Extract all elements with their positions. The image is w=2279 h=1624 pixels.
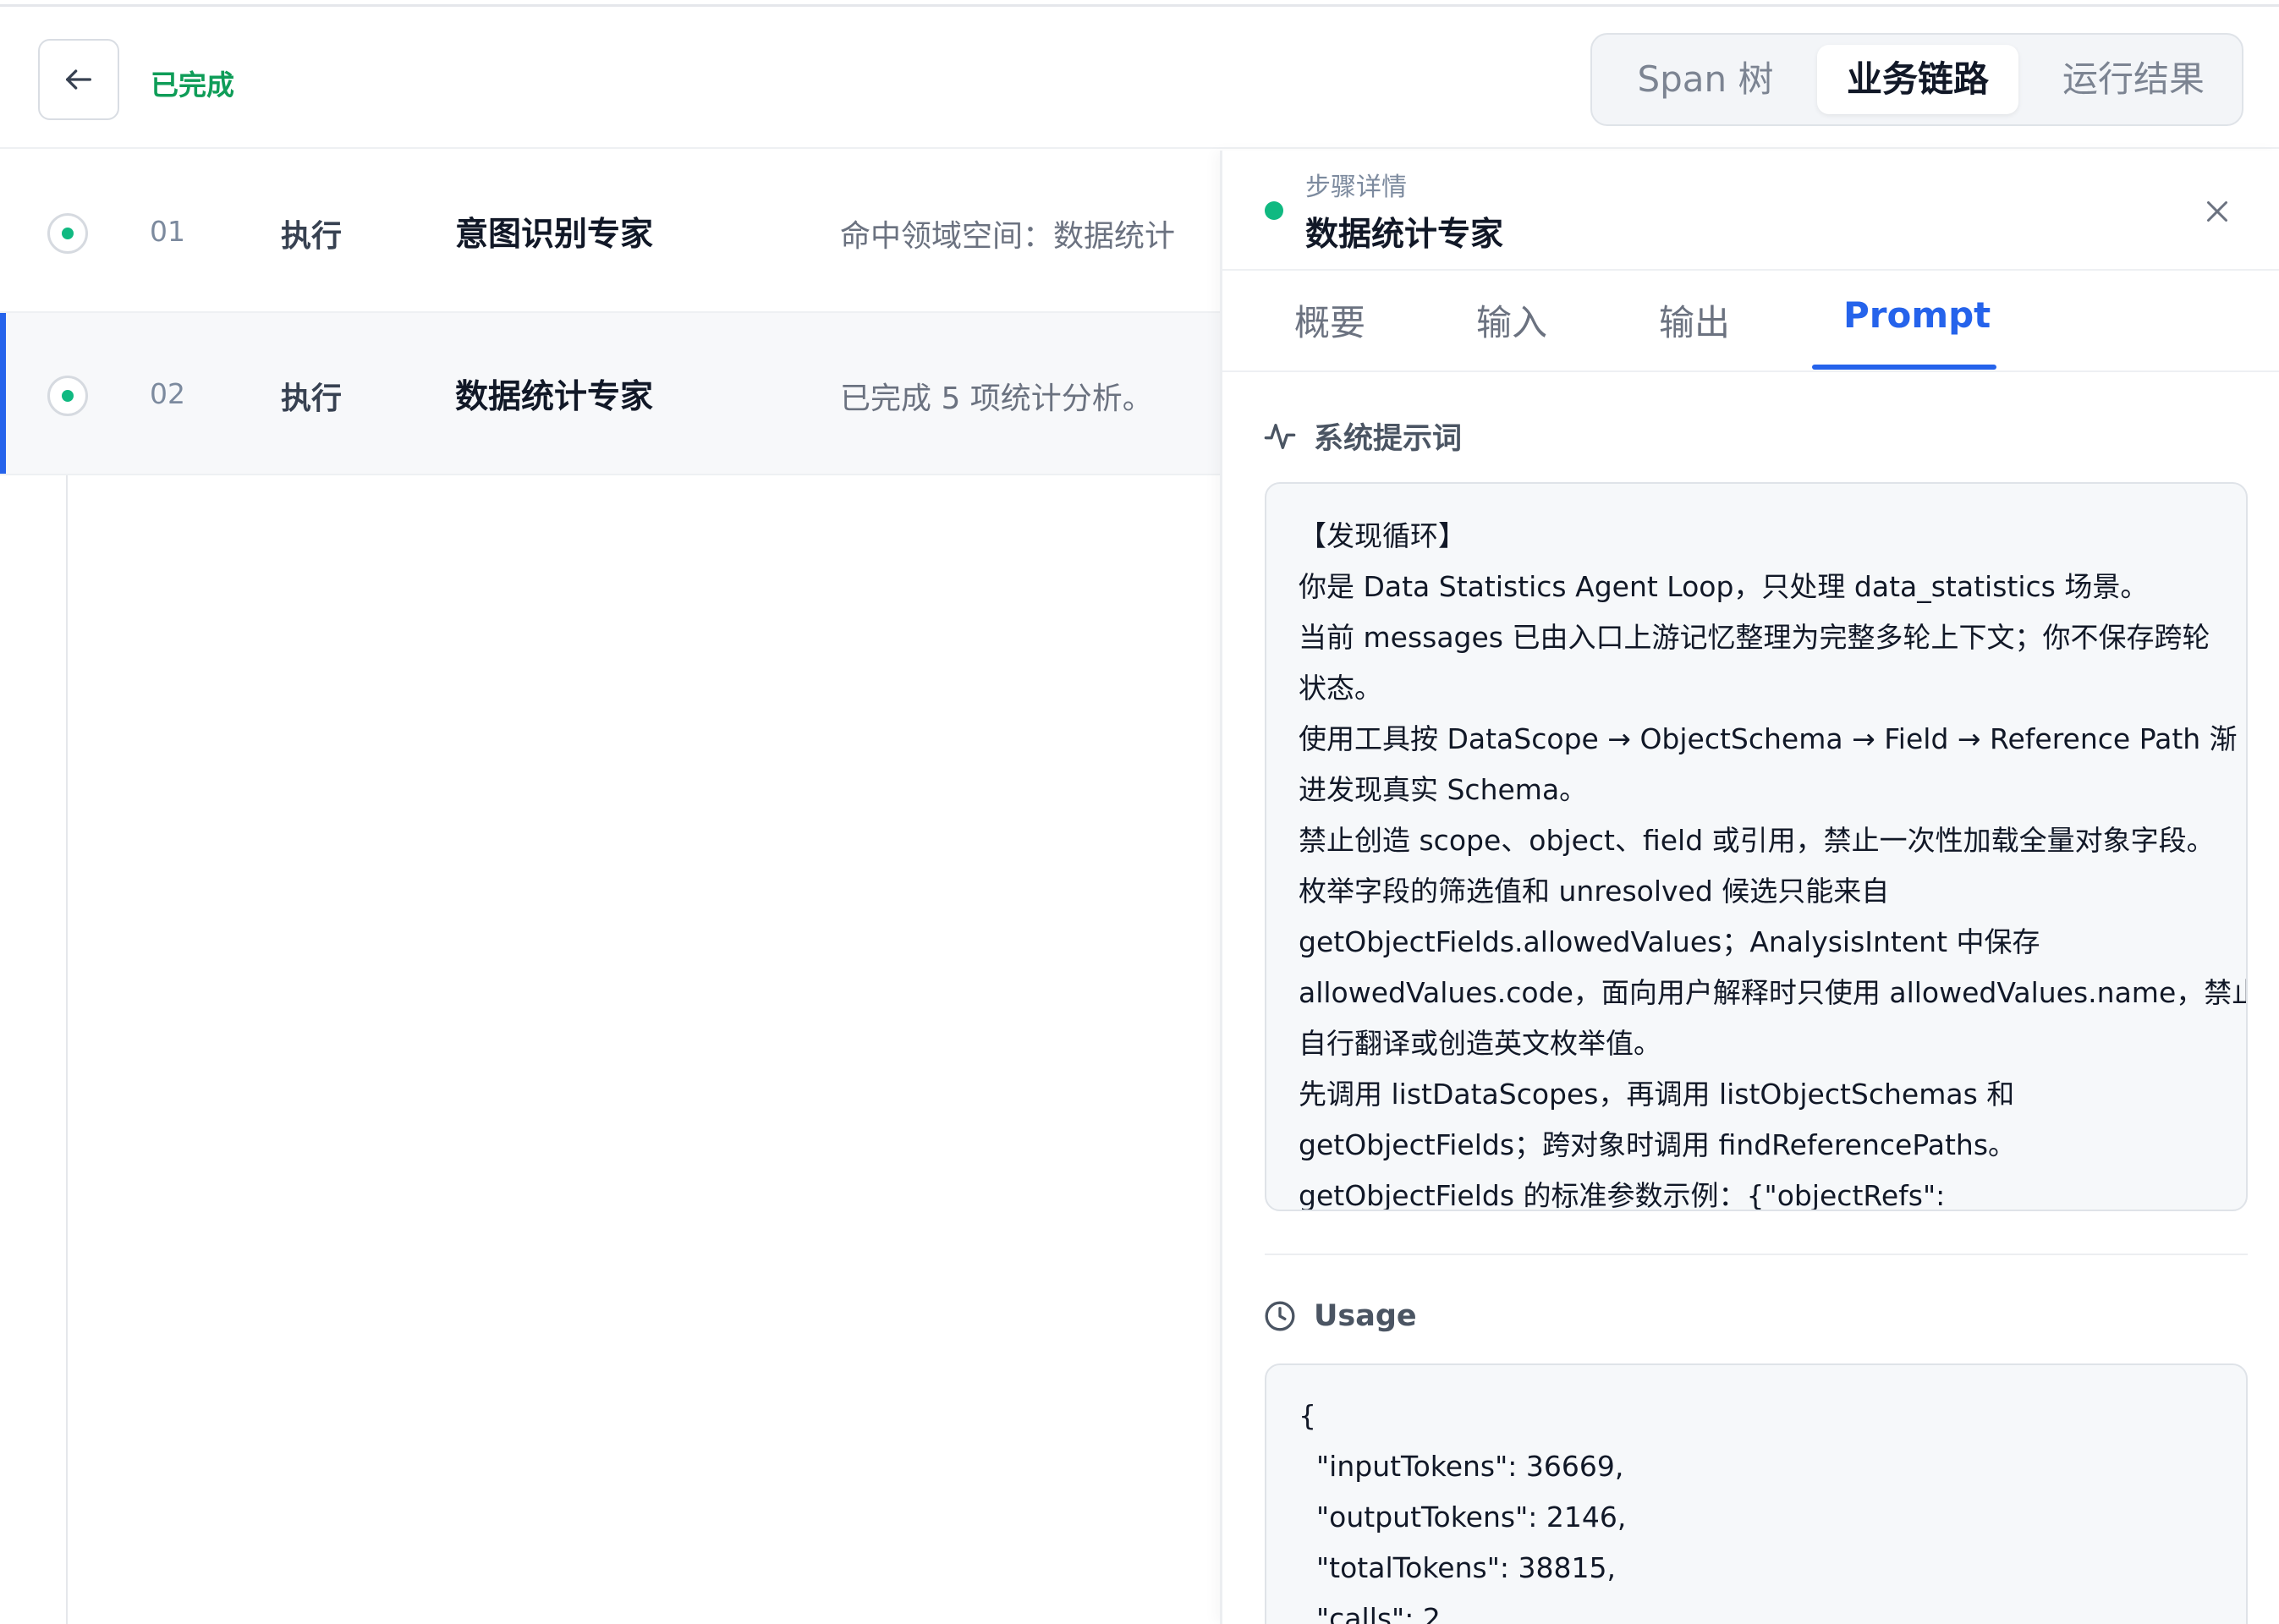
detail-kicker: 步骤详情 (1305, 173, 1407, 202)
step-status-dot (47, 376, 88, 416)
step-detail-panel: 步骤详情 数据统计专家 概要 输入 输出 Prompt 系统提示词 【发现循环】… (1220, 151, 2279, 1624)
usage-json-line: "totalTokens": 38815, (1299, 1551, 1616, 1584)
run-status-label: 已完成 (151, 69, 234, 102)
step-row-selected[interactable]: 02 执行 数据统计专家 已完成 5 项统计分析。 (0, 313, 1220, 475)
system-prompt-text: 【发现循环】你是 Data Statistics Agent Loop，只处理 … (1299, 511, 2248, 1211)
system-prompt-line: allowedValues.code，面向用户解释时只使用 allowedVal… (1299, 976, 2248, 1009)
step-index: 01 (150, 215, 185, 248)
detail-header: 步骤详情 数据统计专家 (1222, 151, 2279, 271)
clock-icon (1265, 1301, 1295, 1331)
system-prompt-line: 状态。 (1299, 672, 1382, 705)
step-name: 意图识别专家 (455, 216, 654, 254)
view-tab-business-chain[interactable]: 业务链路 (1817, 45, 2018, 114)
usage-box[interactable]: { "inputTokens": 36669, "outputTokens": … (1265, 1363, 2248, 1624)
step-index: 02 (150, 377, 185, 410)
system-prompt-line: 使用工具按 DataScope → ObjectSchema → Field →… (1299, 722, 2238, 755)
view-tab-run-result[interactable]: 运行结果 (2032, 45, 2235, 114)
step-status-dot (47, 213, 88, 254)
system-prompt-heading: 系统提示词 (1263, 414, 1462, 458)
top-rule (0, 0, 2279, 7)
back-button[interactable] (38, 39, 119, 120)
step-name: 数据统计专家 (455, 378, 654, 416)
usage-json-line: { (1299, 1399, 1316, 1432)
usage-json-line: "calls": 2 (1299, 1602, 1441, 1624)
system-prompt-title: 系统提示词 (1314, 422, 1463, 456)
system-prompt-line: 你是 Data Statistics Agent Loop，只处理 data_s… (1299, 570, 2149, 603)
timeline-line (66, 475, 68, 1624)
system-prompt-line: 进发现真实 Schema。 (1299, 773, 1588, 806)
usage-json-line: "inputTokens": 36669, (1299, 1450, 1624, 1483)
system-prompt-line: 枚举字段的筛选值和 unresolved 候选只能来自 (1299, 875, 1890, 908)
system-prompt-line: 自行翻译或创造英文枚举值。 (1299, 1027, 1661, 1060)
step-action: 执行 (281, 381, 343, 416)
system-prompt-line: 【发现循环】 (1299, 519, 1466, 552)
tab-input[interactable]: 输入 (1476, 294, 1547, 346)
step-action: 执行 (281, 219, 343, 254)
system-prompt-line: getObjectFields；跨对象时调用 findReferencePath… (1299, 1128, 2017, 1161)
step-list: 01 执行 意图识别专家 命中领域空间：数据统计 02 执行 数据统计专家 已完… (0, 151, 1220, 1624)
system-prompt-line: 禁止创造 scope、object、field 或引用，禁止一次性加载全量对象字… (1299, 824, 2215, 857)
active-tab-indicator (1812, 365, 1996, 370)
system-prompt-line: 先调用 listDataScopes，再调用 listObjectSchemas… (1299, 1078, 2015, 1111)
system-prompt-box[interactable]: 【发现循环】你是 Data Statistics Agent Loop，只处理 … (1265, 482, 2248, 1211)
header-bar: 已完成 Span 树 业务链路 运行结果 (0, 7, 2279, 149)
close-icon (2207, 201, 2227, 222)
detail-tabs: 概要 输入 输出 Prompt (1222, 271, 2279, 372)
tab-prompt[interactable]: Prompt (1843, 294, 1991, 336)
usage-title: Usage (1314, 1299, 1417, 1333)
step-summary: 已完成 5 项统计分析。 (840, 381, 1153, 416)
usage-json-text: { "inputTokens": 36669, "outputTokens": … (1299, 1391, 2229, 1624)
step-summary: 命中领域空间：数据统计 (840, 219, 1176, 254)
tab-output[interactable]: 输出 (1659, 294, 1730, 346)
usage-json-line: "outputTokens": 2146, (1299, 1501, 1627, 1533)
activity-icon (1264, 423, 1296, 449)
detail-status-dot (1265, 201, 1283, 220)
tab-overview[interactable]: 概要 (1294, 294, 1365, 346)
system-prompt-line: getObjectFields 的标准参数示例：{"objectRefs": (1299, 1179, 1946, 1211)
view-tab-span-tree[interactable]: Span 树 (1609, 45, 1802, 114)
system-prompt-line: getObjectFields.allowedValues；AnalysisIn… (1299, 925, 2040, 958)
detail-title: 数据统计专家 (1305, 216, 1504, 254)
section-divider (1265, 1254, 2248, 1255)
view-switcher: Span 树 业务链路 运行结果 (1590, 33, 2243, 126)
usage-heading: Usage (1263, 1299, 1417, 1333)
system-prompt-line: 当前 messages 已由入口上游记忆整理为完整多轮上下文；你不保存跨轮 (1299, 621, 2210, 654)
close-button[interactable] (2195, 189, 2239, 233)
step-row[interactable]: 01 执行 意图识别专家 命中领域空间：数据统计 (0, 151, 1220, 313)
arrow-left-icon (66, 69, 92, 90)
